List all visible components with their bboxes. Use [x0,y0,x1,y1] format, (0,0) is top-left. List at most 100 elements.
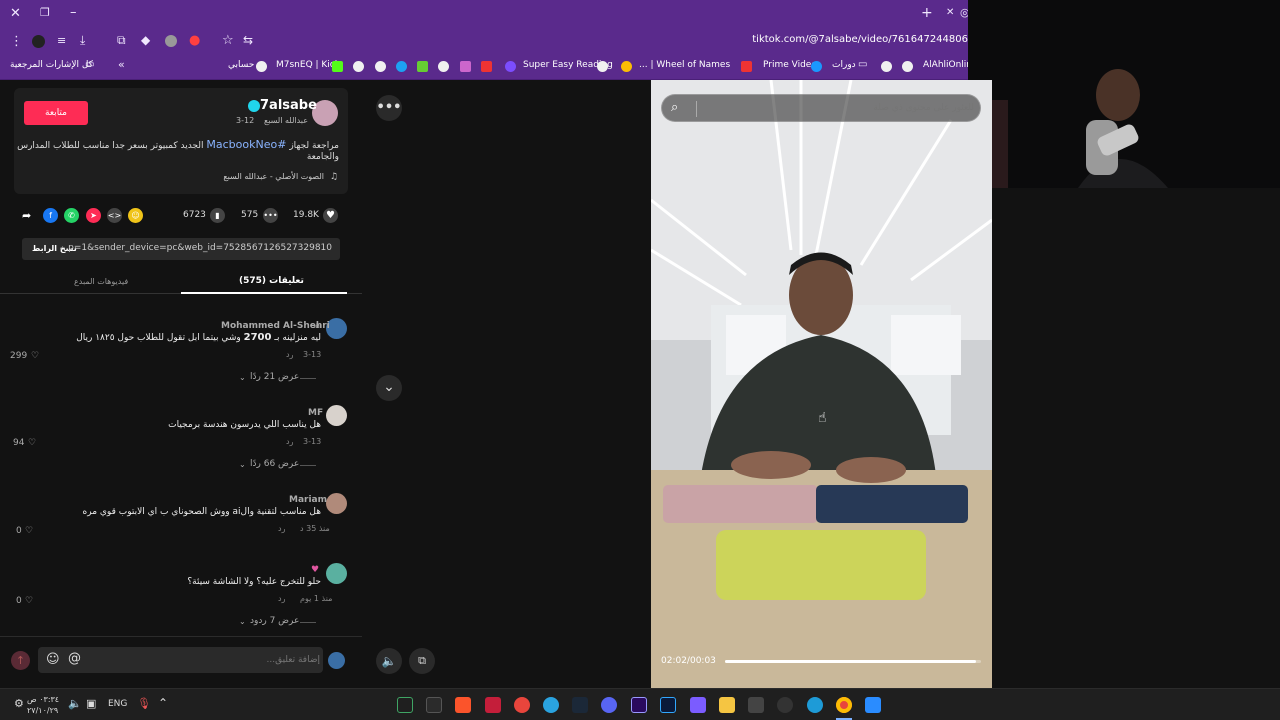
commenter-name[interactable]: MF [308,408,323,418]
comment-icon[interactable]: ••• [263,208,278,223]
openai-icon[interactable] [777,697,793,713]
comment-likes: 299 [10,351,28,361]
video-search-input[interactable] [702,98,974,118]
bookmark-courses[interactable]: دورات [832,60,856,70]
extension-icon[interactable] [32,35,45,48]
edge-icon[interactable] [807,697,823,713]
close-tab-icon[interactable]: ✕ [946,8,954,18]
reply-button[interactable]: رد [286,437,293,446]
bookmark-star-icon[interactable]: ☆ [222,34,234,47]
share-arrow-icon[interactable]: ➦ [22,209,31,222]
sound-name[interactable]: الصوت الأصلي - عبدالله السبع [223,172,324,181]
commenter-avatar[interactable] [326,405,347,426]
follow-button[interactable]: متابعة [24,101,88,125]
store-icon[interactable] [748,697,764,713]
more-options-icon[interactable]: ••• [376,95,402,121]
premiere-icon[interactable] [631,697,647,713]
clock-date[interactable]: ٢٧/١٠/٢٩ [27,706,58,715]
photoshop-icon[interactable] [660,697,676,713]
comment-date: منذ 35 د [300,524,330,533]
new-tab-icon[interactable]: + [921,6,933,20]
download-icon[interactable]: ⤓ [80,34,85,46]
heart-outline-icon[interactable]: ♡ [28,438,36,448]
windows-start-icon[interactable] [865,697,881,713]
telegram-icon[interactable] [543,697,559,713]
reply-button[interactable]: رد [278,594,285,603]
bookmark-wheel-of-names[interactable]: Wheel of Names | ... [639,60,730,70]
picture-in-picture-icon[interactable]: ⧉ [409,648,435,674]
comment-input[interactable] [90,650,320,670]
speaker-icon[interactable]: 🔈 [68,697,82,710]
verified-badge-icon [248,100,260,112]
reply-button[interactable]: رد [286,350,293,359]
tab-comments[interactable]: تعليقات (575) [239,276,304,286]
extensions-puzzle-icon[interactable]: ⧉ [117,34,126,46]
bookmark-my-account[interactable]: حسابي [228,60,254,70]
post-arrow-icon[interactable]: ↑ [11,651,30,670]
caption-hashtag[interactable]: #MacbookNeo [206,138,286,151]
heart-outline-icon[interactable]: ♡ [25,526,33,536]
video-search-bar[interactable]: ⌕ [661,94,981,122]
app-a-icon[interactable] [485,697,501,713]
tray-chevron-icon[interactable]: ⌃ [158,696,168,710]
reply-button[interactable]: رد [278,524,285,533]
tab-creator-videos[interactable]: فيديوهات المبدع [74,277,128,286]
facebook-icon[interactable]: f [43,208,58,223]
like-heart-icon[interactable]: ♥ [323,208,338,223]
next-video-chevron-icon[interactable]: ⌄ [376,375,402,401]
chevron-more-icon[interactable]: « [118,59,125,70]
close-window-icon[interactable]: ✕ [10,7,21,20]
media-player-icon[interactable] [690,697,706,713]
heart-outline-icon[interactable]: ♡ [31,351,39,361]
view-replies-button[interactable]: عرض 7 ردود [250,616,299,626]
commenter-name[interactable]: Mariam [289,495,327,505]
settings-icon[interactable]: ⚙ [14,697,24,710]
site-info-icon[interactable]: ⇆ [243,34,253,46]
discord-icon[interactable] [601,697,617,713]
microphone-icon[interactable]: 🎙 [137,697,151,710]
playlist-icon[interactable]: ≡ [57,35,66,46]
profile-ext-icon[interactable] [165,35,177,47]
bookmark-kick[interactable]: M7snEQ | Kick [276,60,340,70]
video-caption-line2: والجامعة [306,152,339,162]
volume-icon[interactable]: 🔈 [376,648,402,674]
divider [696,101,697,117]
embed-code-icon[interactable]: <> [107,208,122,223]
file-explorer-icon[interactable] [719,697,735,713]
bookmark-all[interactable]: كل الإشارات المرجعية [10,60,93,70]
brave-icon[interactable] [455,697,471,713]
bookmark-prime-video[interactable]: Prime Video [763,60,817,70]
address-bar[interactable]: tiktok.com/@7alsabe/video/761647244806 [752,34,968,45]
steam-icon[interactable] [572,697,588,713]
view-replies-button[interactable]: عرض 66 ردًا [250,459,299,469]
network-icon[interactable]: ▣ [86,697,96,710]
author-handle[interactable]: 7alsabe [260,98,317,113]
webcam-overlay [968,0,1280,188]
youtube-ext-icon[interactable]: ● [189,34,200,47]
mention-icon[interactable]: @ [68,651,81,666]
chevron-down-icon: ⌄ [239,373,246,382]
restore-window-icon[interactable]: ❐ [40,7,50,18]
share-emoji-icon[interactable]: ☺ [128,208,143,223]
view-replies-button[interactable]: عرض 21 ردًا [250,372,299,382]
bookmark-save-icon[interactable]: ▮ [210,208,225,223]
clock-time[interactable]: ٠٣:٣٤ ص [27,695,59,704]
prime-icon [811,61,822,72]
minimize-window-icon[interactable]: – [70,6,77,19]
my-avatar [328,652,345,669]
terminal-icon[interactable] [426,697,442,713]
whatsapp-icon[interactable]: ✆ [64,208,79,223]
app-circle-icon[interactable] [514,697,530,713]
commenter-avatar[interactable] [326,563,347,584]
excel-icon[interactable] [397,697,413,713]
language-indicator[interactable]: ENG [108,699,127,709]
diamond-icon[interactable]: ◆ [141,34,150,46]
menu-dots-icon[interactable]: ⋮ [10,35,23,48]
send-dm-icon[interactable]: ➤ [86,208,101,223]
emoji-icon[interactable]: ☺ [46,652,60,667]
video-player[interactable]: ⌕ 02:02/00:03 ☝ [651,80,992,688]
chrome-icon[interactable] [836,697,852,713]
video-progress-track[interactable] [725,660,981,663]
commenter-avatar[interactable] [326,493,347,514]
heart-outline-icon[interactable]: ♡ [25,596,33,606]
